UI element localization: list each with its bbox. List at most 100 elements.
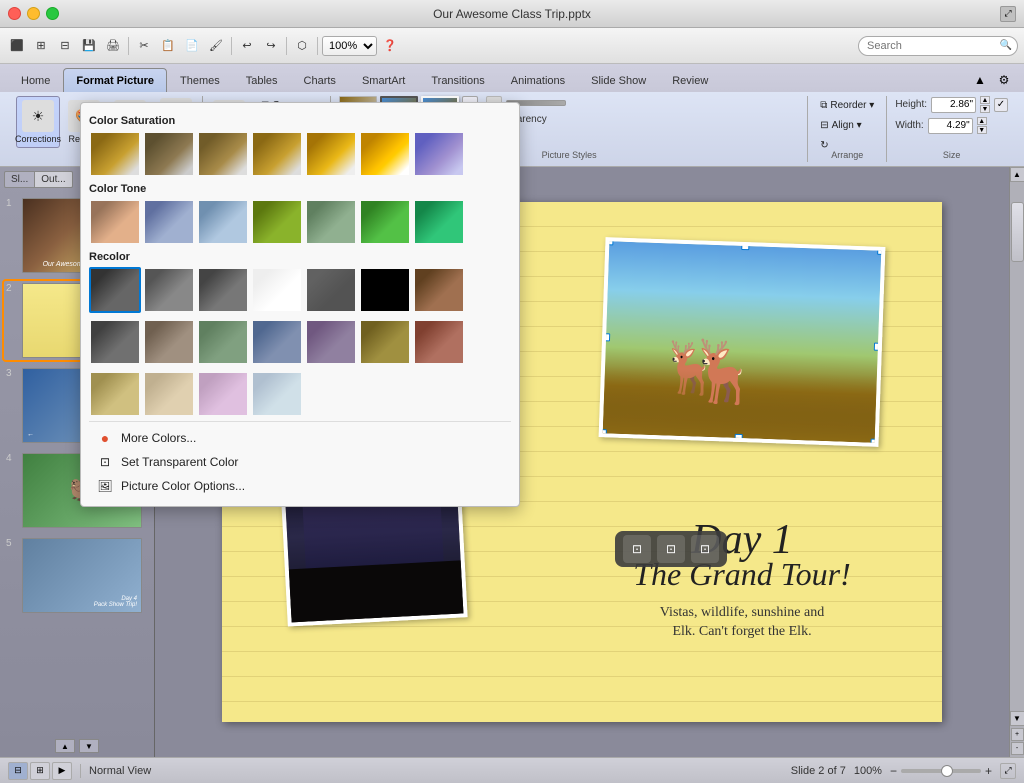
picture-color-options-item[interactable]: 🖼 Picture Color Options... — [89, 474, 511, 498]
saturation-swatch-4[interactable] — [305, 131, 357, 177]
zoom-thumb[interactable] — [941, 765, 953, 777]
handle-bm[interactable] — [735, 434, 743, 442]
handle-bl[interactable] — [599, 429, 607, 437]
float-btn-1[interactable]: ⊡ — [623, 535, 651, 563]
traffic-lights[interactable] — [8, 7, 59, 20]
normal-view-btn[interactable]: ⊟ — [8, 762, 28, 780]
scroll-down-btn[interactable]: ▼ — [1010, 711, 1024, 726]
present-view-btn[interactable]: ▶ — [52, 762, 72, 780]
saturation-swatch-3[interactable] — [251, 131, 303, 177]
zoom-select[interactable]: 100% 75% 50% 150% — [322, 36, 377, 56]
corrections-button[interactable]: ☀ Corrections — [16, 96, 60, 148]
toolbar-cut[interactable]: ✂ — [133, 34, 155, 58]
recolor-swatch-10[interactable] — [251, 319, 303, 365]
tab-home[interactable]: Home — [8, 68, 63, 92]
sidebar-scroll-up[interactable]: ▲ — [55, 739, 75, 753]
ribbon-collapse-btn[interactable]: ▲ — [968, 68, 992, 92]
tone-swatch-0[interactable] — [89, 199, 141, 245]
tab-slide-show[interactable]: Slide Show — [578, 68, 659, 92]
close-button[interactable] — [8, 7, 21, 20]
handle-tl[interactable] — [605, 237, 613, 245]
scroll-up-btn[interactable]: ▲ — [1010, 167, 1024, 182]
saturation-swatch-0[interactable] — [89, 131, 141, 177]
tone-swatch-1[interactable] — [143, 199, 195, 245]
recolor-swatch-4[interactable] — [305, 267, 357, 313]
toolbar-paste[interactable]: 📄 — [181, 34, 203, 58]
tab-charts[interactable]: Charts — [291, 68, 349, 92]
tone-swatch-6[interactable] — [413, 199, 465, 245]
tab-format-picture[interactable]: Format Picture — [63, 68, 167, 92]
set-transparent-item[interactable]: ⊡ Set Transparent Color — [89, 450, 511, 474]
tone-swatch-4[interactable] — [305, 199, 357, 245]
saturation-swatch-5[interactable] — [359, 131, 411, 177]
window-resize-icon[interactable]: ⤢ — [1000, 6, 1016, 22]
toolbar-shapes[interactable]: ⬡ — [291, 34, 313, 58]
reorder-button[interactable]: ⧉ Reorder ▾ — [816, 96, 878, 114]
handle-ml[interactable] — [602, 333, 610, 341]
zoom-out-btn[interactable]: − — [890, 764, 897, 778]
recolor-swatch-13[interactable] — [413, 319, 465, 365]
toolbar-help[interactable]: ❓ — [379, 34, 401, 58]
tab-tables[interactable]: Tables — [233, 68, 291, 92]
float-btn-3[interactable]: ⊡ — [691, 535, 719, 563]
width-input[interactable] — [928, 118, 973, 134]
toolbar-format-brush[interactable]: 🖌 — [205, 34, 227, 58]
recolor-swatch-7[interactable] — [89, 319, 141, 365]
handle-mr[interactable] — [874, 343, 882, 351]
zoom-track[interactable] — [901, 769, 981, 773]
saturation-swatch-2[interactable] — [197, 131, 249, 177]
height-up-btn[interactable]: ▲ — [980, 96, 990, 104]
maximize-button[interactable] — [46, 7, 59, 20]
tab-smartart[interactable]: SmartArt — [349, 68, 418, 92]
recolor-swatch-2[interactable] — [197, 267, 249, 313]
toolbar-save[interactable]: 💾 — [78, 34, 100, 58]
slide-thumb-5[interactable]: 5 Day 4Pack Show Trip! — [4, 536, 150, 615]
fit-window-btn[interactable]: ⤢ — [1000, 763, 1016, 779]
toolbar-print[interactable]: 🖨 — [102, 34, 124, 58]
toolbar-copy[interactable]: 📋 — [157, 34, 179, 58]
zoom-in-btn[interactable]: + — [1011, 728, 1024, 741]
toolbar-grid2[interactable]: ⊟ — [54, 34, 76, 58]
zoom-in-btn[interactable]: + — [985, 764, 992, 778]
scrollbar-thumb[interactable] — [1011, 202, 1024, 262]
toolbar-redo[interactable]: ↪ — [260, 34, 282, 58]
tab-transitions[interactable]: Transitions — [418, 68, 497, 92]
more-colors-item[interactable]: ● More Colors... — [89, 426, 511, 450]
recolor-swatch-12[interactable] — [359, 319, 411, 365]
align-button[interactable]: ⊟ Align ▾ — [816, 116, 878, 134]
sidebar-scroll-down[interactable]: ▼ — [79, 739, 99, 753]
search-input[interactable] — [858, 36, 1018, 56]
recolor-swatch-14[interactable] — [89, 371, 141, 417]
slides-tab[interactable]: Sl... — [4, 171, 35, 188]
recolor-swatch-15[interactable] — [143, 371, 195, 417]
recolor-swatch-6[interactable] — [413, 267, 465, 313]
grid-view-btn[interactable]: ⊞ — [30, 762, 50, 780]
recolor-swatch-8[interactable] — [143, 319, 195, 365]
recolor-swatch-17[interactable] — [251, 371, 303, 417]
recolor-swatch-5[interactable] — [359, 267, 411, 313]
ribbon-options-btn[interactable]: ⚙ — [992, 68, 1016, 92]
minimize-button[interactable] — [27, 7, 40, 20]
recolor-swatch-1[interactable] — [143, 267, 195, 313]
handle-br[interactable] — [870, 439, 878, 447]
float-btn-2[interactable]: ⊡ — [657, 535, 685, 563]
recolor-swatch-3[interactable] — [251, 267, 303, 313]
handle-tm[interactable] — [741, 242, 749, 250]
recolor-swatch-selected[interactable] — [89, 267, 141, 313]
zoom-out-btn[interactable]: - — [1011, 742, 1024, 755]
width-up-btn[interactable]: ▲ — [977, 117, 987, 125]
saturation-swatch-6[interactable] — [413, 131, 465, 177]
height-down-btn[interactable]: ▼ — [980, 105, 990, 113]
tab-animations[interactable]: Animations — [498, 68, 578, 92]
toolbar-undo[interactable]: ↩ — [236, 34, 258, 58]
recolor-swatch-11[interactable] — [305, 319, 357, 365]
tone-swatch-5[interactable] — [359, 199, 411, 245]
toolbar-grid[interactable]: ⊞ — [30, 34, 52, 58]
tab-themes[interactable]: Themes — [167, 68, 233, 92]
saturation-swatch-1[interactable] — [143, 131, 195, 177]
outline-tab[interactable]: Out... — [35, 171, 72, 188]
recolor-swatch-16[interactable] — [197, 371, 249, 417]
recolor-swatch-9[interactable] — [197, 319, 249, 365]
handle-tr[interactable] — [877, 247, 885, 255]
tab-review[interactable]: Review — [659, 68, 721, 92]
